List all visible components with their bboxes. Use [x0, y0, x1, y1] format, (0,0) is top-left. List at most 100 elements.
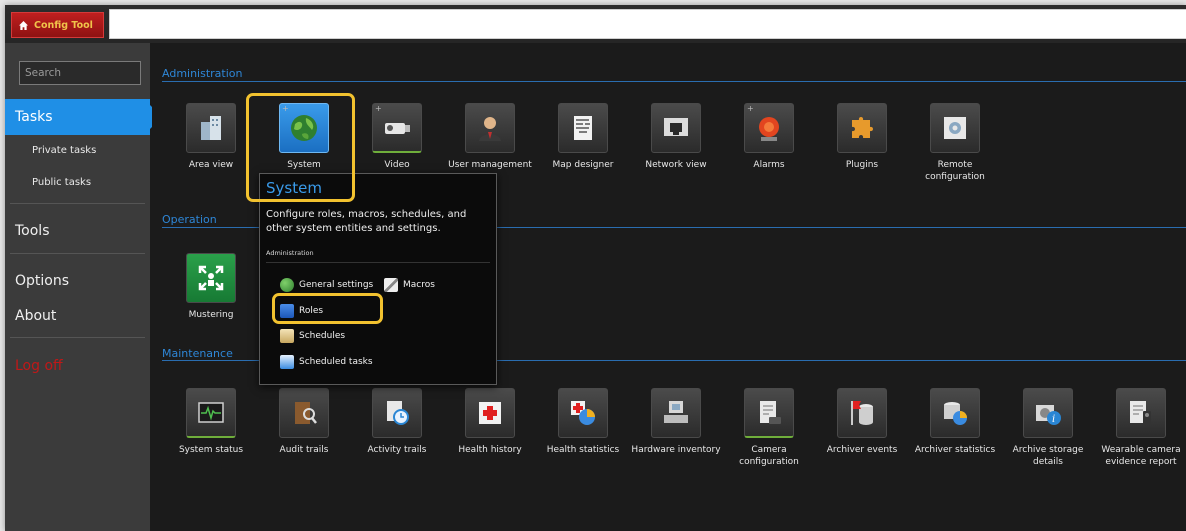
menu-item-schedules[interactable]: Schedules — [280, 329, 345, 343]
popup-description: Configure roles, macros, schedules, and … — [266, 209, 467, 234]
tile-label: Audit trails — [279, 445, 329, 455]
user-icon — [465, 103, 515, 153]
tile-label: Activity trails — [367, 445, 427, 455]
tile-label: Mustering — [188, 310, 234, 320]
tile-label: Video — [384, 160, 410, 170]
archiver-events-icon — [837, 388, 887, 438]
tile-label: Hardware inventory — [631, 445, 721, 455]
tile-health-statistics[interactable]: Health statistics — [535, 388, 631, 456]
tile-archiver-statistics[interactable]: Archiver statistics — [907, 388, 1003, 456]
svg-text:i: i — [1052, 414, 1055, 425]
remote-config-icon — [930, 103, 980, 153]
audit-trails-icon — [279, 388, 329, 438]
tile-label: Network view — [645, 160, 707, 170]
archive-storage-icon: i — [1023, 388, 1073, 438]
tile-label: Camera configuration — [739, 445, 799, 467]
tile-health-history[interactable]: Health history — [442, 388, 538, 456]
search-input[interactable]: Search — [19, 61, 141, 85]
tile-video[interactable]: + Video — [349, 103, 445, 171]
tile-system-status[interactable]: System status — [163, 388, 259, 456]
popup-section-label: Administration — [266, 249, 314, 257]
tile-label: Area view — [188, 160, 234, 170]
menu-item-general-settings[interactable]: General settings — [280, 278, 373, 292]
sidebar-divider — [10, 253, 145, 254]
hardware-inventory-icon — [651, 388, 701, 438]
scheduled-tasks-icon — [280, 355, 294, 369]
menu-item-label: Scheduled tasks — [299, 357, 373, 367]
config-tool-tab[interactable]: Config Tool — [11, 12, 104, 38]
tile-label: Archiver statistics — [914, 445, 996, 455]
tile-label: User management — [448, 160, 532, 170]
tile-plugins[interactable]: Plugins — [814, 103, 910, 171]
network-icon — [651, 103, 701, 153]
schedules-icon — [280, 329, 294, 343]
tile-activity-trails[interactable]: Activity trails — [349, 388, 445, 456]
title-bar: Config Tool — [5, 5, 1186, 43]
sidebar-item-private-tasks[interactable]: Private tasks — [5, 145, 150, 156]
tile-label: Plugins — [845, 160, 879, 170]
popup-divider — [266, 262, 490, 263]
sidebar-divider — [10, 203, 145, 204]
alarm-icon: + — [744, 103, 794, 153]
menu-item-macros[interactable]: Macros — [384, 278, 435, 292]
sidebar: Search Tasks Private tasks Public tasks … — [5, 43, 162, 531]
tile-label: Remote configuration — [925, 160, 985, 182]
sidebar-divider — [10, 337, 145, 338]
map-icon — [558, 103, 608, 153]
health-statistics-icon — [558, 388, 608, 438]
tile-archiver-events[interactable]: Archiver events — [814, 388, 910, 456]
globe-icon — [280, 278, 294, 292]
tile-area-view[interactable]: Area view — [163, 103, 259, 171]
tile-label: Health history — [458, 445, 522, 455]
menu-item-label: General settings — [299, 280, 374, 290]
sidebar-item-options[interactable]: Options — [5, 273, 150, 289]
archiver-statistics-icon — [930, 388, 980, 438]
health-history-icon — [465, 388, 515, 438]
tile-label: System status — [178, 445, 244, 455]
menu-item-label: Schedules — [299, 331, 346, 341]
puzzle-icon — [837, 103, 887, 153]
activity-trails-icon — [372, 388, 422, 438]
macro-icon — [384, 278, 398, 292]
tile-map-designer[interactable]: Map designer — [535, 103, 631, 171]
section-maintenance: Maintenance — [162, 347, 233, 360]
tile-wearable-camera-evidence-report[interactable]: Wearable camera evidence report — [1093, 388, 1186, 468]
tile-hardware-inventory[interactable]: Hardware inventory — [628, 388, 724, 456]
system-tooltip-popup: System Configure roles, macros, schedule… — [259, 173, 497, 385]
tile-alarms[interactable]: + Alarms — [721, 103, 817, 171]
tile-archive-storage-details[interactable]: i Archive storage details — [1000, 388, 1096, 468]
tile-label: Archiver events — [826, 445, 898, 455]
area-view-icon — [186, 103, 236, 153]
sidebar-item-logoff[interactable]: Log off — [5, 358, 150, 374]
system-status-icon — [186, 388, 236, 438]
wearable-camera-icon — [1116, 388, 1166, 438]
section-operation: Operation — [162, 213, 217, 226]
tile-label: Alarms — [753, 160, 785, 170]
menu-item-scheduled-tasks[interactable]: Scheduled tasks — [280, 355, 373, 369]
tile-label: Archive storage details — [1012, 445, 1084, 467]
mustering-icon — [186, 253, 236, 303]
section-administration: Administration — [162, 67, 243, 80]
address-bar[interactable] — [109, 9, 1186, 39]
sidebar-item-about[interactable]: About — [5, 308, 150, 324]
sidebar-item-tasks[interactable]: Tasks — [5, 99, 162, 135]
home-icon — [19, 20, 28, 30]
tile-mustering[interactable]: Mustering — [163, 253, 259, 321]
menu-item-label: Macros — [403, 280, 435, 290]
tile-user-management[interactable]: User management — [442, 103, 538, 171]
config-tool-window: Config Tool Search Tasks Private tasks P… — [5, 5, 1186, 531]
highlight-system-tile — [246, 93, 355, 202]
camera-icon: + — [372, 103, 422, 153]
sidebar-item-tools[interactable]: Tools — [5, 223, 150, 239]
tile-label: Wearable camera evidence report — [1101, 445, 1181, 467]
section-divider — [162, 81, 1186, 82]
tile-remote-configuration[interactable]: Remote configuration — [907, 103, 1003, 183]
camera-configuration-icon — [744, 388, 794, 438]
tile-camera-configuration[interactable]: Camera configuration — [721, 388, 817, 468]
tab-label: Config Tool — [34, 19, 93, 31]
highlight-roles-item — [272, 293, 383, 324]
tile-network-view[interactable]: Network view — [628, 103, 724, 171]
tile-label: Map designer — [552, 160, 614, 170]
tile-audit-trails[interactable]: Audit trails — [256, 388, 352, 456]
sidebar-item-public-tasks[interactable]: Public tasks — [5, 177, 150, 188]
